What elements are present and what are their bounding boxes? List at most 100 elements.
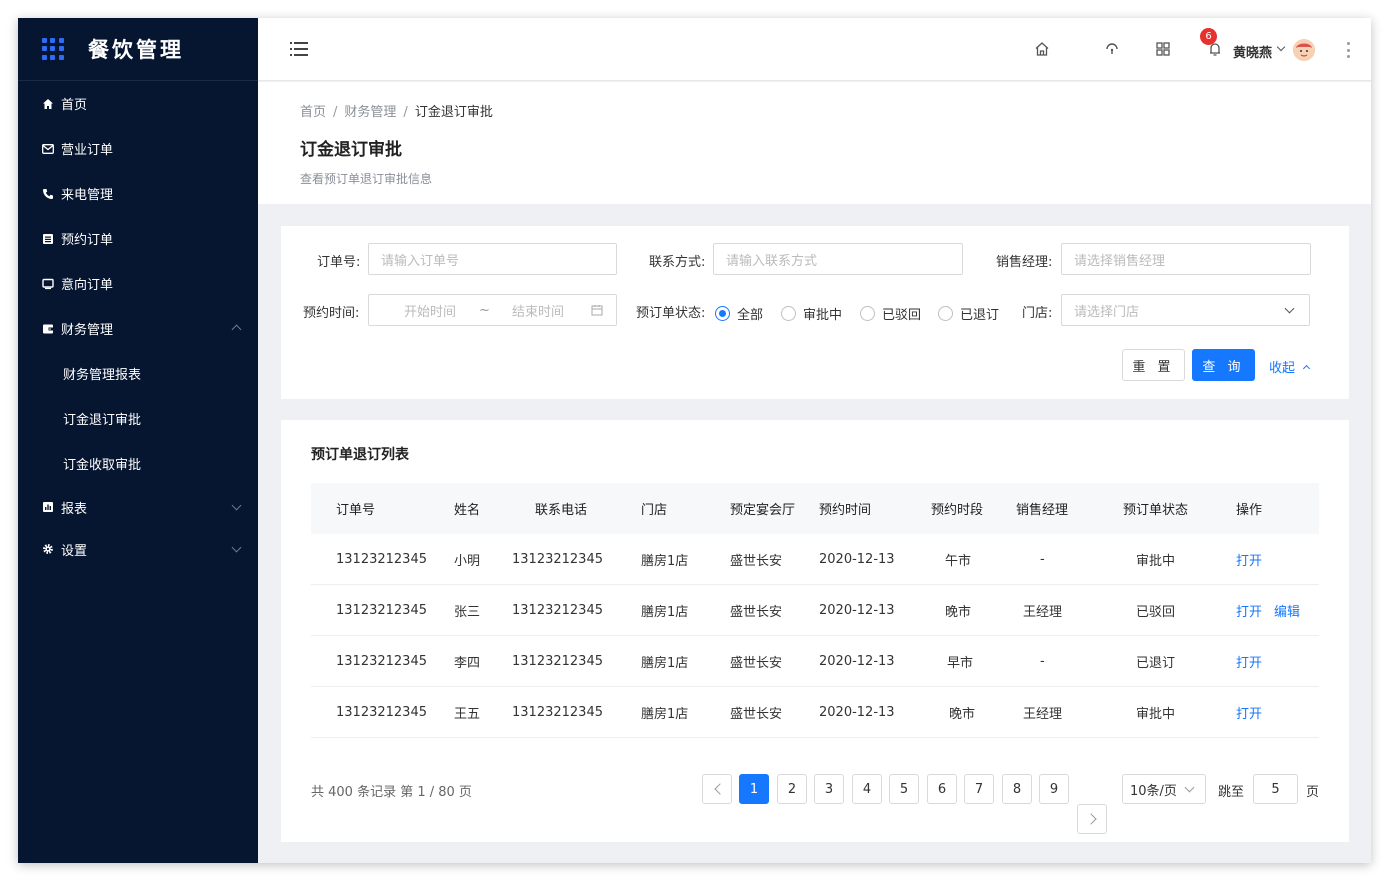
open-link[interactable]: 打开	[1236, 652, 1262, 671]
sidebar-item-finance[interactable]: 财务管理	[18, 306, 258, 351]
cell-hall: 盛世长安	[730, 554, 783, 569]
column-header: 预约时间	[819, 503, 872, 518]
avatar[interactable]	[1293, 39, 1315, 61]
time-label: 预约时间:	[303, 306, 360, 321]
page-button[interactable]: 2	[777, 774, 807, 804]
edit-link[interactable]: 编辑	[1274, 601, 1300, 620]
cell-period: 晚市	[945, 605, 972, 620]
cell-name: 小明	[454, 554, 481, 569]
contact-label: 联系方式:	[649, 255, 706, 270]
column-header: 门店	[641, 503, 668, 518]
page-button[interactable]: 6	[927, 774, 957, 804]
apps-grid-icon[interactable]	[1154, 40, 1172, 58]
sidebar-item-label: 财务管理报表	[63, 368, 142, 383]
wallet-icon	[41, 322, 55, 336]
status-label: 预订单状态:	[636, 306, 706, 321]
chevron-down-icon[interactable]	[1276, 42, 1286, 52]
breadcrumb-item[interactable]: 财务管理	[344, 105, 396, 120]
page-size-select[interactable]: 10条/页	[1122, 774, 1206, 804]
page-button[interactable]: 1	[739, 774, 769, 804]
manager-select[interactable]: 请选择销售经理	[1061, 243, 1311, 275]
cell-phone: 13123212345	[512, 603, 603, 618]
sidebar-item-intent-orders[interactable]: 意向订单	[18, 261, 258, 306]
more-vertical-icon[interactable]	[1346, 42, 1350, 58]
sidebar-item-calls[interactable]: 来电管理	[18, 171, 258, 216]
page-suffix: 页	[1306, 785, 1320, 800]
status-radio-cancelled[interactable]: 已退订	[938, 304, 999, 323]
sidebar-item-business-orders[interactable]: 营业订单	[18, 126, 258, 171]
page-button[interactable]: 9	[1039, 774, 1069, 804]
chevron-down-icon	[231, 500, 242, 511]
filter-panel: 订单号: 请输入订单号 联系方式: 请输入联系方式 销售经理: 请选择销售经理 …	[281, 226, 1349, 399]
breadcrumb-item[interactable]: 首页	[300, 105, 326, 120]
cell-manager: 王经理	[1023, 707, 1063, 722]
next-page-button[interactable]	[1077, 804, 1107, 834]
gear-icon	[41, 542, 55, 556]
page-button[interactable]: 3	[814, 774, 844, 804]
sidebar-item-reservations[interactable]: 预约订单	[18, 216, 258, 261]
sidebar-subitem-deposit-refund-approval[interactable]: 订金退订审批	[18, 396, 258, 441]
user-name[interactable]: 黄晓燕	[1233, 42, 1272, 61]
sidebar-item-reports[interactable]: 报表	[18, 486, 258, 528]
open-link[interactable]: 打开	[1236, 703, 1262, 722]
table-row: 13123212345 王五 13123212345 膳房1店 盛世长安 202…	[311, 687, 1319, 738]
sidebar-item-label: 报表	[61, 501, 88, 517]
date-range-picker[interactable]: 开始时间 ~ 结束时间	[368, 294, 617, 326]
table-header: 订单号 姓名 联系电话 门店 预定宴会厅 预约时间 预约时段 销售经理 预订单状…	[311, 483, 1319, 534]
status-radio-rejected[interactable]: 已驳回	[860, 304, 921, 323]
cell-status: 已退订	[1136, 656, 1176, 671]
cell-store: 膳房1店	[641, 707, 689, 722]
cell-status: 审批中	[1136, 707, 1176, 722]
support-icon[interactable]	[1103, 40, 1121, 58]
open-link[interactable]: 打开	[1236, 550, 1262, 569]
column-header: 预订单状态	[1123, 503, 1189, 518]
sidebar-item-home[interactable]: 首页	[18, 81, 258, 126]
order-no-label: 订单号:	[317, 255, 361, 270]
page-button[interactable]: 5	[889, 774, 919, 804]
cell-name: 王五	[454, 707, 481, 722]
status-radio-all[interactable]: 全部	[715, 304, 763, 323]
page-button[interactable]: 4	[852, 774, 882, 804]
cell-date: 2020-12-13	[819, 603, 895, 618]
menu-toggle-icon[interactable]	[290, 42, 308, 56]
contact-input[interactable]: 请输入联系方式	[713, 243, 963, 275]
store-select[interactable]: 请选择门店	[1061, 294, 1310, 326]
cell-store: 膳房1店	[641, 554, 689, 569]
reset-button[interactable]: 重 置	[1122, 349, 1185, 381]
end-time[interactable]: 结束时间	[512, 301, 564, 320]
jump-label: 跳至	[1218, 785, 1245, 800]
column-header: 预约时段	[931, 503, 984, 518]
collapse-toggle[interactable]: 收起	[1269, 357, 1311, 376]
sidebar-item-settings[interactable]: 设置	[18, 528, 258, 570]
status-radio-pending[interactable]: 审批中	[781, 304, 842, 323]
page-button[interactable]: 8	[1002, 774, 1032, 804]
prev-page-button[interactable]	[702, 774, 732, 804]
jump-page-input[interactable]: 5	[1253, 774, 1298, 804]
cell-date: 2020-12-13	[819, 552, 895, 567]
cell-hall: 盛世长安	[730, 605, 783, 620]
cell-status: 审批中	[1136, 554, 1176, 569]
sidebar-item-label: 首页	[61, 98, 88, 113]
sidebar-subitem-finance-report[interactable]: 财务管理报表	[18, 351, 258, 396]
cell-store: 膳房1店	[641, 656, 689, 671]
cell-order-no: 13123212345	[336, 654, 427, 669]
sidebar-subitem-deposit-collect-approval[interactable]: 订金收取审批	[18, 441, 258, 486]
cell-hall: 盛世长安	[730, 656, 783, 671]
home-icon[interactable]	[1033, 40, 1051, 58]
page-header: 首页 / 财务管理 / 订金退订审批 订金退订审批 查看预订单退订审批信息	[258, 82, 1371, 204]
page-button[interactable]: 7	[964, 774, 994, 804]
search-button[interactable]: 查 询	[1192, 349, 1255, 381]
order-no-input[interactable]: 请输入订单号	[368, 243, 617, 275]
cell-status: 已驳回	[1136, 605, 1176, 620]
calendar-icon	[591, 304, 603, 320]
home-icon	[41, 97, 55, 111]
column-header: 姓名	[454, 503, 481, 518]
open-link[interactable]: 打开	[1236, 601, 1262, 620]
table-row: 13123212345 张三 13123212345 膳房1店 盛世长安 202…	[311, 585, 1319, 636]
notification-badge: 6	[1200, 28, 1217, 45]
cell-date: 2020-12-13	[819, 705, 895, 720]
start-time[interactable]: 开始时间	[404, 301, 456, 320]
mail-icon	[41, 142, 55, 156]
store-label: 门店:	[1022, 306, 1053, 321]
cell-manager: 王经理	[1023, 605, 1063, 620]
